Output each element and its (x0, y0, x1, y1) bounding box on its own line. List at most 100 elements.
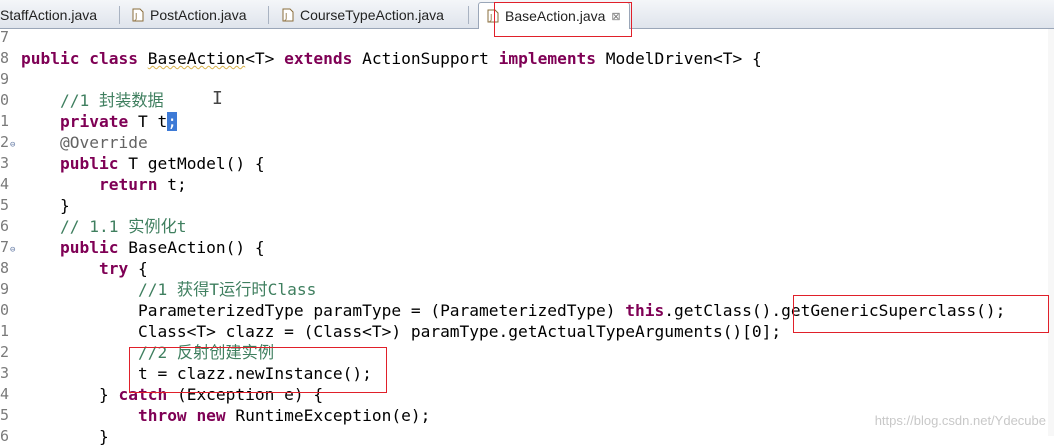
code-text: public BaseAction() { (21, 237, 265, 258)
code-token: new (196, 406, 226, 425)
line-number: 3 (0, 154, 10, 172)
tab-baseaction[interactable]: J BaseAction.java ⊠ (478, 2, 630, 29)
editor-overview-ruler (1048, 29, 1054, 436)
code-line[interactable]: 6 // 1.1 实例化t (0, 216, 1054, 237)
code-token: T getModel() { (118, 154, 265, 173)
code-text: throw new RuntimeException(e); (21, 405, 430, 426)
text-cursor-icon: I (212, 88, 223, 109)
line-number: 3 (0, 364, 10, 382)
code-text: //1 封装数据 (21, 90, 164, 111)
code-text: // 1.1 实例化t (21, 216, 187, 237)
code-token: ; (167, 112, 177, 131)
code-line[interactable]: 5 } (0, 195, 1054, 216)
tab-coursetypeaction[interactable]: J CourseTypeAction.java (274, 2, 452, 28)
line-number: 4 (0, 385, 10, 403)
code-text: try { (21, 258, 148, 279)
code-token: .getClass().getGenericSuperclass(); (664, 301, 1006, 320)
java-file-icon: J (132, 8, 144, 22)
tab-separator (468, 6, 469, 24)
code-line[interactable]: 4 } catch (Exception e) { (0, 384, 1054, 405)
code-token: catch (118, 385, 168, 404)
code-line[interactable]: 1 private T t; (0, 111, 1054, 132)
code-text: } catch (Exception e) { (21, 384, 323, 405)
code-editor[interactable]: 7 8 public class BaseAction<T> extends Act… (0, 27, 1054, 446)
code-token: //1 封装数据 (59, 91, 164, 110)
code-token: ActionSupport (352, 49, 499, 68)
code-token: // 1.1 实例化t (59, 217, 187, 236)
code-token: t; (157, 175, 187, 194)
line-number: 9 (0, 280, 10, 298)
code-text: public T getModel() { (21, 153, 265, 174)
line-number: 9 (0, 70, 10, 88)
tab-staffaction[interactable]: StaffAction.java (0, 2, 105, 28)
line-number: 2 (0, 343, 10, 361)
code-token: //2 反射创建实例 (137, 343, 275, 362)
code-token: T t (128, 112, 168, 131)
code-token: public (59, 238, 119, 257)
code-line[interactable]: 9 (0, 69, 1054, 90)
code-token: extends (284, 49, 353, 68)
code-text: //1 获得T运行时Class (21, 279, 316, 300)
code-token: //1 获得T运行时Class (137, 280, 317, 299)
code-token: { (128, 259, 148, 278)
code-line[interactable]: 0 //1 封装数据 (0, 90, 1054, 111)
tab-label: PostAction.java (150, 7, 247, 23)
tab-label: CourseTypeAction.java (300, 7, 444, 23)
line-number: 8 (0, 49, 10, 67)
code-line[interactable]: 1 Class<T> clazz = (Class<T>) paramType.… (0, 321, 1054, 342)
line-number: 1 (0, 322, 10, 340)
code-token: BaseAction() { (118, 238, 265, 257)
svg-text:J: J (134, 12, 137, 21)
line-number: 8 (0, 259, 10, 277)
line-number: 6 (0, 217, 10, 235)
code-token: private (59, 112, 129, 131)
code-line[interactable]: 3 public T getModel() { (0, 153, 1054, 174)
code-token: this (625, 301, 665, 320)
code-line[interactable]: 6 } (0, 426, 1054, 447)
code-line[interactable]: 4 return t; (0, 174, 1054, 195)
code-token: try (98, 259, 129, 278)
code-text: } (21, 426, 109, 447)
line-number: 5 (0, 196, 10, 214)
svg-text:J: J (489, 13, 492, 22)
line-number: 5 (0, 406, 10, 424)
svg-text:J: J (284, 12, 287, 21)
java-file-icon: J (282, 8, 294, 22)
line-number: 0 (0, 91, 10, 109)
code-line[interactable]: 8 try { (0, 258, 1054, 279)
code-token: BaseAction (147, 49, 246, 68)
tab-separator (268, 6, 269, 24)
code-line[interactable]: 2 //2 反射创建实例 (0, 342, 1054, 363)
line-number: 4 (0, 175, 10, 193)
code-line[interactable]: 7 (0, 27, 1054, 48)
code-text: //2 反射创建实例 (21, 342, 274, 363)
line-number: 1 (0, 112, 10, 130)
line-number: 0 (0, 301, 10, 319)
code-token: } (21, 196, 70, 215)
code-line[interactable]: 7 ⊖ public BaseAction() { (0, 237, 1054, 258)
tab-postaction[interactable]: J PostAction.java (124, 2, 255, 28)
code-token: public (59, 154, 119, 173)
code-token: implements (498, 49, 597, 68)
code-token: ParameterizedType paramType = (Parameter… (21, 301, 626, 320)
line-number: 7 (0, 28, 10, 46)
code-line[interactable]: 9 //1 获得T运行时Class (0, 279, 1054, 300)
code-line[interactable]: 3 t = clazz.newInstance(); (0, 363, 1054, 384)
code-text: } (21, 195, 70, 216)
code-line[interactable]: 8 public class BaseAction<T> extends Acti… (0, 48, 1054, 69)
code-token: @Override (59, 133, 148, 152)
code-token: RuntimeException(e); (225, 406, 431, 425)
code-line[interactable]: 2 ⊖ @Override (0, 132, 1054, 153)
code-token: t = clazz.newInstance(); (21, 364, 372, 383)
code-line[interactable]: 0 ParameterizedType paramType = (Paramet… (0, 300, 1054, 321)
code-token: <T> (245, 49, 285, 68)
tab-label: BaseAction.java (505, 8, 606, 24)
